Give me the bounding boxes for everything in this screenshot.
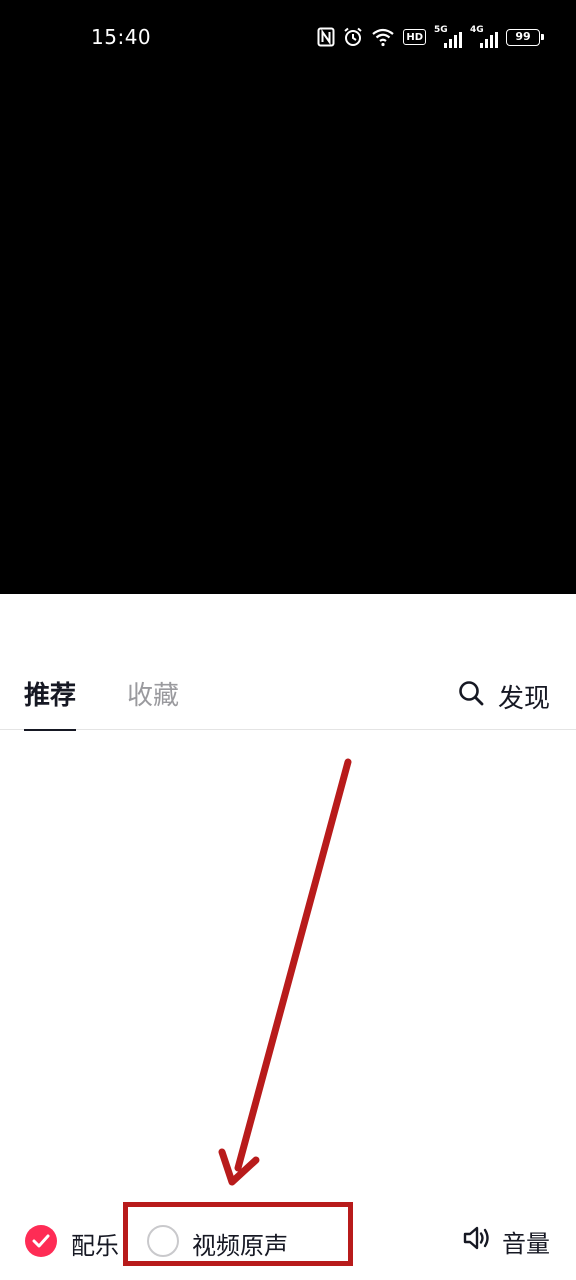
nfc-icon <box>317 27 335 47</box>
tab-favorites-label: 收藏 <box>127 681 180 711</box>
music-list[interactable] <box>0 731 576 1200</box>
music-label[interactable]: 配乐 <box>71 1226 119 1261</box>
video-preview[interactable] <box>0 0 576 594</box>
discover-button[interactable]: 发现 <box>458 678 550 714</box>
status-time: 15:40 <box>91 25 152 49</box>
speaker-icon <box>462 1225 492 1257</box>
tab-recommend-label: 推荐 <box>24 681 77 711</box>
tab-favorites[interactable]: 收藏 <box>127 678 179 720</box>
music-tabs-bar: 推荐 收藏 发现 <box>0 660 576 732</box>
tab-recommend[interactable]: 推荐 <box>24 678 77 732</box>
discover-label: 发现 <box>497 683 550 714</box>
signal-5g-icon: 5G <box>434 25 462 48</box>
music-checkbox[interactable] <box>25 1225 57 1257</box>
wifi-icon <box>371 27 395 47</box>
checkmark-icon <box>32 1234 50 1248</box>
signal-4g-icon: 4G <box>470 25 498 48</box>
battery-icon: 99 <box>506 28 544 46</box>
annotation-highlight-box <box>123 1202 353 1266</box>
search-icon <box>458 680 484 713</box>
alarm-icon <box>343 27 363 47</box>
hd-voice-icon: HD <box>403 29 426 45</box>
screen: 15:40 HD 5G 4G 99 推荐 收藏 发现 配乐 视频原声 音量 <box>0 0 576 1280</box>
volume-label: 音量 <box>502 1229 550 1258</box>
status-bar: 15:40 HD 5G 4G 99 <box>0 0 576 74</box>
volume-button[interactable]: 音量 <box>462 1224 550 1258</box>
status-icons: HD 5G 4G 99 <box>317 24 544 50</box>
